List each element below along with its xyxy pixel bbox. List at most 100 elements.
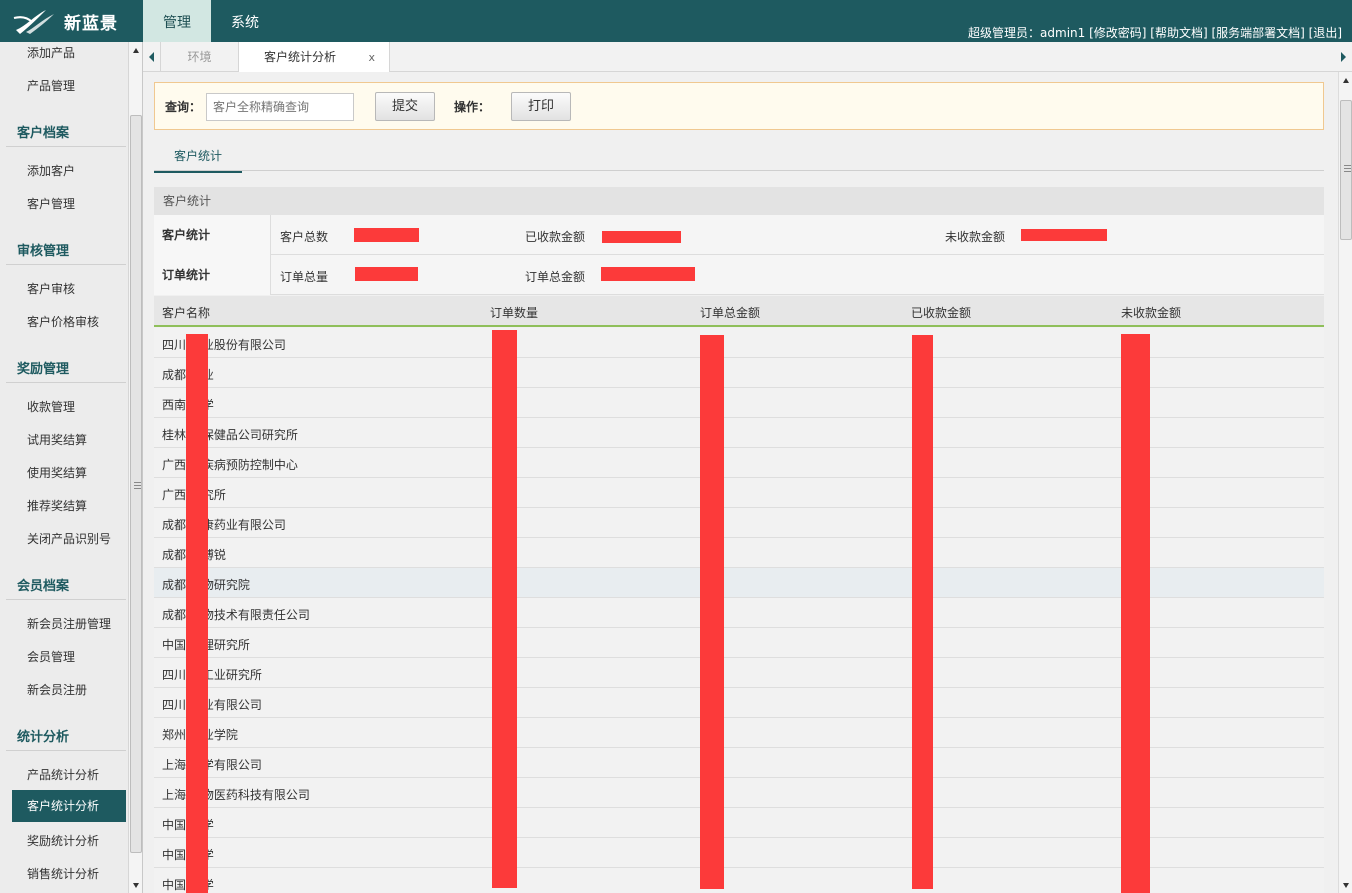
redaction bbox=[700, 335, 724, 889]
tab-label: 客户统计分析 bbox=[264, 50, 337, 64]
print-button[interactable]: 打印 bbox=[511, 92, 571, 121]
tab-bar: 环境 客户统计分析 x bbox=[143, 42, 1352, 73]
grip-line bbox=[1344, 168, 1351, 169]
scroll-down-icon[interactable] bbox=[133, 883, 139, 888]
sidebar-item-member-manage[interactable]: 会员管理 bbox=[27, 648, 75, 665]
col-unreceived[interactable]: 未收款金额 bbox=[1121, 304, 1181, 321]
sidebar-item-add-customer[interactable]: 添加客户 bbox=[27, 162, 75, 179]
grip-line bbox=[134, 485, 141, 486]
customer-name-cell: 成都 生物技术有限责任公司 bbox=[162, 608, 310, 622]
sidebar-item-reward-stats[interactable]: 奖励统计分析 bbox=[27, 832, 99, 849]
redaction bbox=[1021, 229, 1107, 241]
customer-name-cell: 上海 生物医药科技有限公司 bbox=[162, 788, 310, 802]
nav-tab-manage[interactable]: 管理 bbox=[143, 0, 211, 42]
stats-category: 客户统计 bbox=[154, 215, 271, 255]
user-links[interactable]: 超级管理员：admin1 [修改密码] [帮助文档] [服务端部署文档] [退出… bbox=[968, 24, 1342, 41]
sidebar-item-customer-stats[interactable]: 客户统计分析 bbox=[12, 790, 126, 822]
query-label: 查询： bbox=[165, 100, 202, 114]
close-icon[interactable]: x bbox=[368, 43, 375, 73]
sidebar-item-new-member-manage[interactable]: 新会员注册管理 bbox=[27, 615, 111, 632]
stats-category: 订单统计 bbox=[154, 255, 271, 295]
sidebar-divider bbox=[6, 750, 126, 751]
sidebar-item-add-product[interactable]: 添加产品 bbox=[27, 44, 75, 61]
sidebar-scrollbar[interactable] bbox=[128, 42, 142, 893]
subtab-divider bbox=[154, 170, 1324, 171]
sidebar-group-member[interactable]: 会员档案 bbox=[17, 575, 69, 594]
redaction bbox=[355, 267, 418, 281]
customer-name-cell: 广西 市疾病预防控制中心 bbox=[162, 458, 298, 472]
sidebar-item-product-manage[interactable]: 产品管理 bbox=[27, 77, 75, 94]
sidebar-divider bbox=[6, 264, 126, 265]
logo-icon bbox=[13, 10, 54, 34]
customer-name-cell: 四川 素工业研究所 bbox=[162, 668, 262, 682]
content-scrollbar[interactable] bbox=[1338, 72, 1352, 893]
stats-label-customer-total: 客户总数 bbox=[280, 230, 329, 244]
redaction bbox=[354, 228, 419, 242]
stats-label-order-amount: 订单总金额 bbox=[525, 270, 586, 284]
nav-tab-system[interactable]: 系统 bbox=[213, 0, 277, 42]
stats-label-received: 已收款金额 bbox=[525, 230, 586, 244]
scroll-down-icon[interactable] bbox=[1343, 883, 1349, 888]
tab-customer-stats[interactable]: 客户统计分析 x bbox=[238, 42, 390, 73]
sidebar-item-sales-stats[interactable]: 销售统计分析 bbox=[27, 865, 99, 882]
customer-name-cell: 上海 化学有限公司 bbox=[162, 758, 262, 772]
table-header: 客户名称 订单数量 订单总金额 已收款金额 未收款金额 bbox=[154, 296, 1324, 327]
redaction bbox=[492, 330, 517, 888]
sidebar-item-price-review[interactable]: 客户价格审核 bbox=[27, 313, 99, 330]
grip-line bbox=[134, 488, 141, 489]
col-order-count[interactable]: 订单数量 bbox=[490, 304, 538, 321]
top-bar: 新蓝景 管理 系统 超级管理员：admin1 [修改密码] [帮助文档] [服务… bbox=[0, 0, 1352, 42]
col-customer-name[interactable]: 客户名称 bbox=[162, 304, 210, 321]
sidebar-group-stats[interactable]: 统计分析 bbox=[17, 726, 69, 745]
customer-search-input[interactable] bbox=[206, 93, 354, 121]
sidebar-scroll-thumb[interactable] bbox=[130, 115, 142, 853]
stats-label-order-total: 订单总量 bbox=[280, 270, 329, 284]
sidebar: 添加产品 产品管理 客户档案 添加客户 客户管理 审核管理 客户审核 客户价格审… bbox=[0, 42, 143, 893]
operation-label: 操作： bbox=[454, 100, 491, 114]
sidebar-item-referral-settle[interactable]: 推荐奖结算 bbox=[27, 497, 87, 514]
content-scroll-thumb[interactable] bbox=[1340, 100, 1352, 240]
tab-prev-icon[interactable] bbox=[149, 52, 154, 62]
tab-environment[interactable]: 环境 bbox=[161, 42, 238, 72]
grip-line bbox=[1344, 171, 1351, 172]
stats-row-order: 订单统计 订单总量 订单总金额 bbox=[154, 255, 1324, 295]
grip-line bbox=[134, 482, 141, 483]
sidebar-item-use-settle[interactable]: 使用奖结算 bbox=[27, 464, 87, 481]
logo: 新蓝景 bbox=[12, 6, 118, 36]
sidebar-item-product-stats[interactable]: 产品统计分析 bbox=[27, 766, 99, 783]
redaction bbox=[1121, 334, 1150, 893]
redaction bbox=[912, 335, 933, 889]
sidebar-item-close-product-id[interactable]: 关闭产品识别号 bbox=[27, 530, 111, 547]
customer-name-cell: 四川 药业股份有限公司 bbox=[162, 338, 286, 352]
main-content: 查询： 提交 操作： 打印 客户统计 客户统计 客户统计 客户总数 已收款金额 … bbox=[143, 72, 1338, 893]
customer-name-cell: 四川 药业有限公司 bbox=[162, 698, 262, 712]
stats-label-unreceived: 未收款金额 bbox=[945, 230, 1006, 244]
sidebar-group-review[interactable]: 审核管理 bbox=[17, 240, 69, 259]
sidebar-item-new-member-register[interactable]: 新会员注册 bbox=[27, 681, 87, 698]
query-panel: 查询： 提交 操作： 打印 bbox=[154, 82, 1324, 130]
col-received[interactable]: 已收款金额 bbox=[911, 304, 971, 321]
customer-name-cell: 桂林 可保健品公司研究所 bbox=[162, 428, 298, 442]
redaction bbox=[186, 334, 208, 893]
sidebar-divider bbox=[6, 146, 126, 147]
submit-button[interactable]: 提交 bbox=[375, 92, 435, 121]
scroll-up-icon[interactable] bbox=[133, 48, 139, 53]
brand-name: 新蓝景 bbox=[64, 13, 118, 34]
sidebar-item-customer-manage[interactable]: 客户管理 bbox=[27, 195, 75, 212]
tab-next-icon[interactable] bbox=[1341, 52, 1346, 62]
sidebar-item-customer-review[interactable]: 客户审核 bbox=[27, 280, 75, 297]
sidebar-divider bbox=[6, 382, 126, 383]
stats-header: 客户统计 bbox=[154, 187, 1324, 215]
stats-row-customer: 客户统计 客户总数 已收款金额 未收款金额 bbox=[154, 215, 1324, 255]
sidebar-group-customer-archive[interactable]: 客户档案 bbox=[17, 122, 69, 141]
subtab-customer-stats[interactable]: 客户统计 bbox=[154, 143, 242, 173]
col-order-amount[interactable]: 订单总金额 bbox=[700, 304, 760, 321]
scroll-up-icon[interactable] bbox=[1343, 78, 1349, 83]
redaction bbox=[602, 231, 681, 243]
grip-line bbox=[1344, 165, 1351, 166]
sidebar-divider bbox=[6, 599, 126, 600]
redaction bbox=[601, 267, 695, 281]
sidebar-item-trial-settle[interactable]: 试用奖结算 bbox=[27, 431, 87, 448]
sidebar-group-reward[interactable]: 奖励管理 bbox=[17, 358, 69, 377]
sidebar-item-payment[interactable]: 收款管理 bbox=[27, 398, 75, 415]
